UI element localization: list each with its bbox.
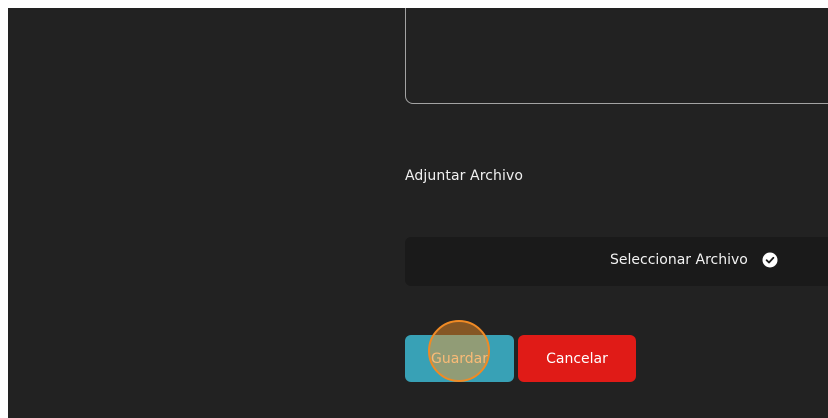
form-page: Adjuntar Archivo Seleccionar Archivo Gua…: [8, 8, 828, 418]
message-textarea[interactable]: [405, 8, 828, 104]
file-select-button[interactable]: Seleccionar Archivo: [405, 237, 828, 286]
check-circle-icon: [762, 252, 778, 268]
save-button[interactable]: Guardar: [405, 335, 514, 382]
file-select-label: Seleccionar Archivo: [610, 252, 748, 268]
cancel-button[interactable]: Cancelar: [518, 335, 636, 382]
attachment-label: Adjuntar Archivo: [405, 168, 524, 184]
